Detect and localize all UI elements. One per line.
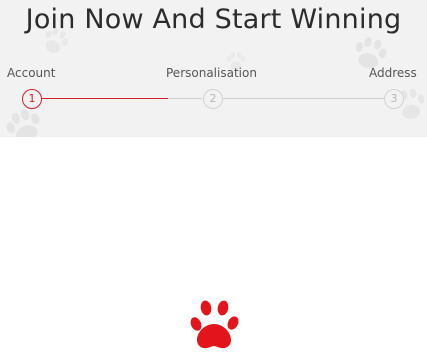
step-2-indicator[interactable]: 2 bbox=[203, 89, 223, 109]
paw-icon bbox=[190, 300, 239, 349]
step-3-indicator[interactable]: 3 bbox=[384, 89, 404, 109]
step-1-indicator[interactable]: 1 bbox=[22, 89, 42, 109]
step-label-address: Address bbox=[369, 66, 417, 80]
page-title: Join Now And Start Winning bbox=[25, 4, 402, 35]
step-label-personalisation: Personalisation bbox=[166, 66, 257, 80]
background-paw-icon bbox=[6, 109, 40, 137]
step-progress-line-complete bbox=[42, 98, 168, 99]
step-label-account: Account bbox=[7, 66, 56, 80]
step-progress-line bbox=[168, 98, 202, 99]
step-progress-line bbox=[222, 98, 384, 99]
signup-header: Join Now And Start Winning Account 1 Per… bbox=[0, 0, 427, 137]
